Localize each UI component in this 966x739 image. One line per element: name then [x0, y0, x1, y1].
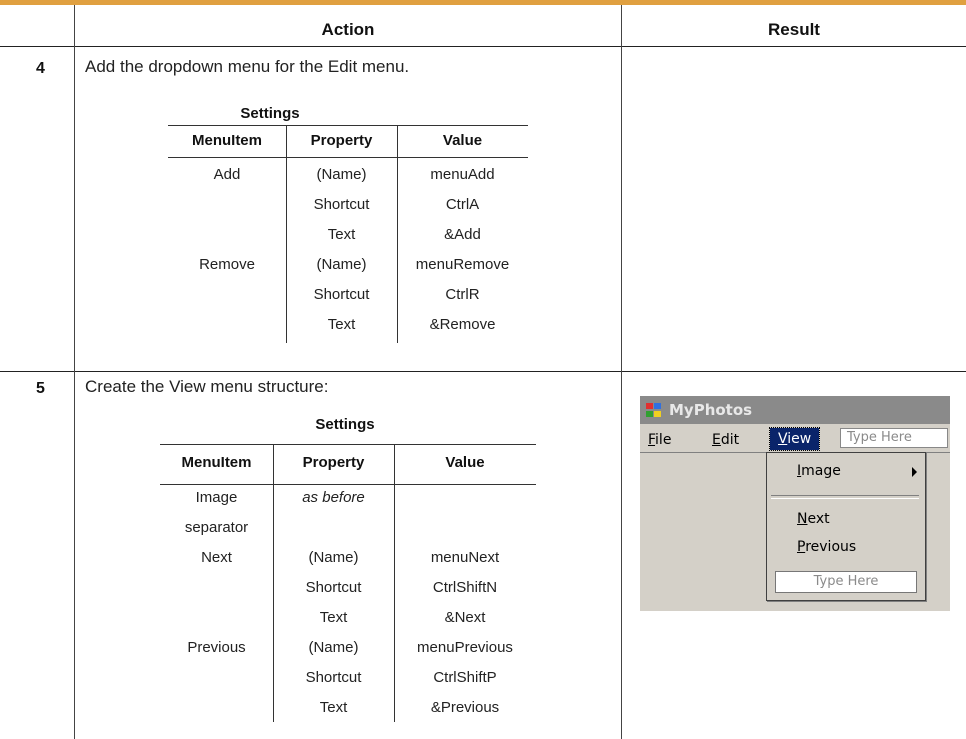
myphotos-window-screenshot: MyPhotos File Edit View Type Here Image … — [640, 396, 950, 611]
table-cell: (Name) — [308, 549, 359, 566]
title-bar: MyPhotos — [640, 396, 950, 424]
step-number: 5 — [36, 380, 45, 397]
table-cell: &Remove — [429, 316, 496, 333]
table-cell: as before — [302, 489, 365, 506]
action-column-header: Action — [321, 20, 375, 39]
submenu-arrow-icon — [912, 467, 917, 477]
row-divider — [0, 371, 966, 372]
menu-item-previous[interactable]: Previous — [797, 539, 856, 555]
app-icon — [646, 403, 664, 419]
table-cell: CtrlShiftN — [432, 579, 498, 596]
table-cell: menuAdd — [430, 166, 495, 183]
table-cell: separator — [184, 519, 249, 536]
step-instruction: Create the View menu structure: — [85, 377, 329, 396]
step-instruction: Add the dropdown menu for the Edit menu. — [85, 57, 410, 76]
menu-edit[interactable]: Edit — [712, 432, 739, 448]
settings-top-rule — [168, 125, 528, 126]
table-cell: Remove — [199, 256, 255, 273]
settings-header-rule — [160, 484, 536, 485]
column-divider-right — [621, 5, 622, 739]
menu-separator — [771, 495, 919, 499]
column-divider-left — [74, 5, 75, 739]
table-cell: (Name) — [308, 639, 359, 656]
menu-item-next[interactable]: Next — [797, 511, 830, 527]
table-cell: Add — [213, 166, 241, 183]
table-cell: Next — [201, 549, 232, 566]
table-cell: (Name) — [316, 166, 367, 183]
menu-file[interactable]: File — [648, 432, 671, 448]
window-title: MyPhotos — [669, 401, 753, 419]
column-header-menuitem: MenuItem — [181, 454, 252, 471]
table-cell: CtrlShiftP — [433, 669, 497, 686]
column-header-property: Property — [302, 454, 365, 471]
menu-item-image[interactable]: Image — [797, 463, 841, 479]
view-dropdown-menu: Image Next Previous Type Here — [766, 452, 926, 601]
table-cell: &Add — [444, 226, 481, 243]
table-cell: Text — [319, 609, 348, 626]
column-header-property: Property — [310, 132, 373, 149]
table-cell: Shortcut — [305, 669, 362, 686]
result-column-header: Result — [768, 20, 820, 39]
table-cell: Text — [319, 699, 348, 716]
settings-header-rule — [168, 157, 528, 158]
dropdown-type-here[interactable]: Type Here — [775, 571, 917, 593]
table-cell: menuRemove — [415, 256, 510, 273]
table-cell: Text — [327, 226, 356, 243]
table-cell: Previous — [187, 639, 246, 656]
table-cell: (Name) — [316, 256, 367, 273]
table-cell: &Previous — [430, 699, 500, 716]
table-cell: menuNext — [430, 549, 500, 566]
menu-bar: File Edit View Type Here — [640, 426, 950, 451]
settings-title: Settings — [240, 105, 300, 122]
header-divider — [0, 46, 966, 47]
settings-title: Settings — [315, 416, 375, 433]
table-cell: menuPrevious — [417, 639, 513, 656]
column-header-value: Value — [442, 132, 483, 149]
menu-view[interactable]: View — [768, 427, 821, 451]
table-cell: Shortcut — [313, 286, 370, 303]
table-cell: Text — [327, 316, 356, 333]
column-header-value: Value — [445, 454, 485, 471]
menubar-type-here[interactable]: Type Here — [840, 428, 948, 448]
table-cell: Shortcut — [313, 196, 370, 213]
table-cell: CtrlR — [445, 286, 480, 303]
step-number: 4 — [36, 60, 45, 77]
settings-top-rule — [160, 444, 536, 445]
table-cell: Image — [195, 489, 238, 506]
table-cell: &Next — [444, 609, 486, 626]
table-cell: Shortcut — [305, 579, 362, 596]
column-header-menuitem: MenuItem — [191, 132, 262, 149]
table-cell: CtrlA — [445, 196, 480, 213]
